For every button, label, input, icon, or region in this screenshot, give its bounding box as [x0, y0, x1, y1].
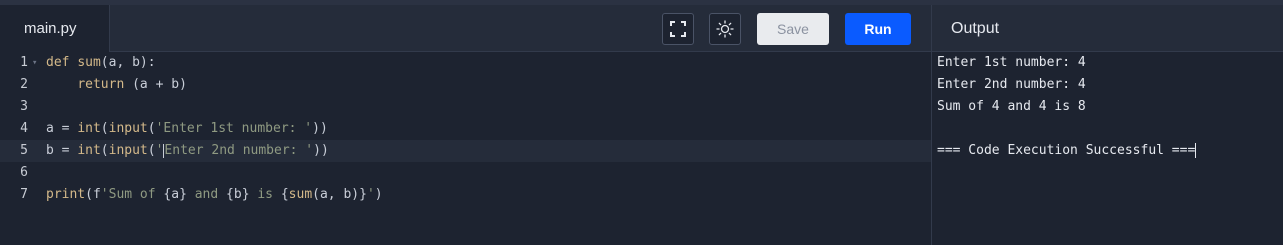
output-console[interactable]: Enter 1st number: 4 Enter 2nd number: 4 …: [931, 52, 1283, 245]
sun-icon: [716, 20, 734, 38]
code-text: print(f'Sum of {a} and {b} is {sum(a, b)…: [46, 187, 383, 202]
output-line-final: === Code Execution Successful ===: [937, 140, 1197, 162]
output-line: Enter 2nd number: 4: [937, 77, 1086, 92]
line-number: 2: [20, 77, 28, 92]
text-cursor: [163, 143, 165, 158]
output-line: Enter 1st number: 4: [937, 55, 1086, 70]
output-cursor: [1195, 143, 1197, 158]
fullscreen-icon: [670, 21, 686, 37]
fold-arrow-icon[interactable]: ▾: [32, 52, 37, 74]
theme-toggle-button[interactable]: [709, 13, 741, 45]
code-line-active[interactable]: 5 b = int(input('Enter 2nd number: ')): [0, 140, 931, 162]
code-line[interactable]: 3: [0, 96, 931, 118]
code-line[interactable]: 2 return (a + b): [0, 74, 931, 96]
line-number: 1: [20, 55, 28, 70]
run-button[interactable]: Run: [845, 13, 911, 45]
output-title: Output: [951, 19, 1000, 37]
code-line[interactable]: 4 a = int(input('Enter 1st number: ')): [0, 118, 931, 140]
line-number: 5: [20, 143, 28, 158]
file-tab[interactable]: main.py: [0, 5, 110, 52]
line-number: 3: [20, 99, 28, 114]
code-text: return (a + b): [77, 77, 187, 92]
code-text: def sum(a, b):: [46, 55, 156, 70]
code-editor[interactable]: 1 ▾ def sum(a, b): 2 return (a + b) 3 4 …: [0, 52, 931, 245]
code-text: a = int(input('Enter 1st number: ')): [46, 121, 328, 136]
code-line[interactable]: 1 ▾ def sum(a, b):: [0, 52, 931, 74]
output-status-text: === Code Execution Successful ===: [937, 143, 1196, 158]
output-header: Output: [931, 5, 1283, 52]
fullscreen-button[interactable]: [662, 13, 694, 45]
line-number: 6: [20, 165, 28, 180]
output-line: Sum of 4 and 4 is 8: [937, 99, 1086, 114]
line-number: 4: [20, 121, 28, 136]
code-text: b = int(input('Enter 2nd number: ')): [46, 143, 329, 158]
line-number: 7: [20, 187, 28, 202]
save-button[interactable]: Save: [757, 13, 829, 45]
code-line[interactable]: 7 print(f'Sum of {a} and {b} is {sum(a, …: [0, 184, 931, 206]
code-line[interactable]: 6: [0, 162, 931, 184]
editor-toolbar: main.py Save Run: [0, 5, 931, 52]
